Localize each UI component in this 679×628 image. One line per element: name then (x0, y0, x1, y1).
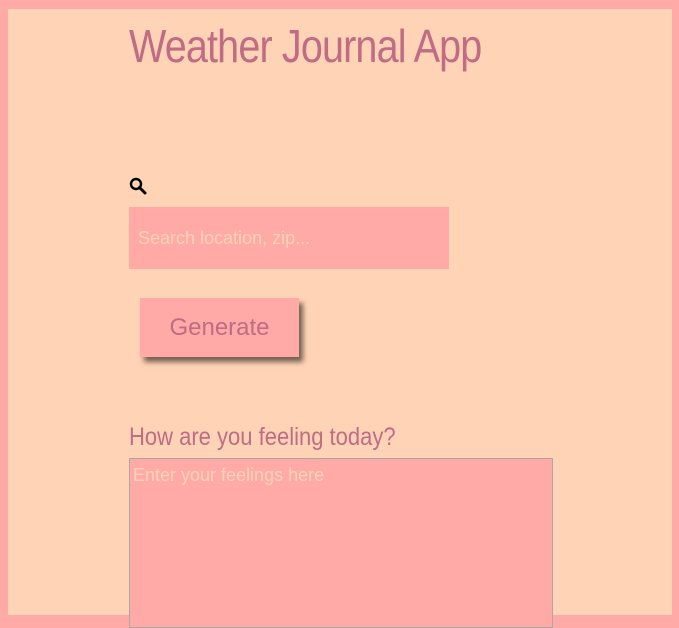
feelings-label: How are you feeling today? (129, 423, 396, 451)
search-input[interactable] (129, 207, 449, 269)
app-container: Weather Journal App Generate How are you… (8, 9, 672, 628)
feelings-textarea[interactable] (129, 458, 553, 628)
generate-button[interactable]: Generate (140, 298, 299, 357)
search-icon (129, 177, 147, 195)
page-title: Weather Journal App (129, 20, 482, 72)
